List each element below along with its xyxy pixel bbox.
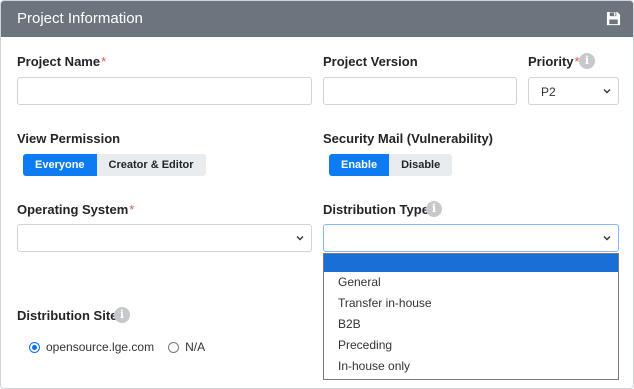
project-name-input[interactable] <box>17 77 312 105</box>
project-version-input[interactable] <box>323 77 517 105</box>
chevron-down-icon <box>296 236 304 241</box>
view-permission-toggle: Everyone Creator & Editor <box>23 154 206 176</box>
distribution-type-label: Distribution Type* <box>323 202 435 217</box>
distribution-site-radios: opensource.lge.com N/A <box>29 340 205 354</box>
radio-opensource-label[interactable]: opensource.lge.com <box>46 340 154 354</box>
security-mail-toggle: Enable Disable <box>329 154 453 176</box>
dropdown-option-b2b[interactable]: B2B <box>324 314 618 335</box>
distribution-site-label: Distribution Site* <box>17 308 123 323</box>
operating-system-select[interactable] <box>17 224 312 252</box>
dropdown-option-empty[interactable] <box>324 254 618 272</box>
radio-na-label[interactable]: N/A <box>185 340 205 354</box>
radio-na[interactable] <box>168 341 180 353</box>
card-header: Project Information <box>1 1 633 37</box>
enable-button[interactable]: Enable <box>329 154 390 176</box>
distribution-site-info-icon[interactable]: i <box>114 307 130 323</box>
dropdown-option-preceding[interactable]: Preceding <box>324 335 618 356</box>
chevron-down-icon <box>603 236 611 241</box>
priority-label: Priority* <box>528 54 580 69</box>
priority-select[interactable]: P2 <box>528 77 619 105</box>
distribution-type-select[interactable] <box>323 224 619 252</box>
operating-system-label: Operating System* <box>17 202 135 217</box>
priority-value: P2 <box>541 85 556 99</box>
distribution-type-info-icon[interactable]: i <box>426 201 442 217</box>
radio-opensource[interactable] <box>29 341 40 353</box>
security-mail-label: Security Mail (Vulnerability) <box>323 131 494 146</box>
everyone-button[interactable]: Everyone <box>23 154 97 176</box>
creator-editor-button[interactable]: Creator & Editor <box>96 154 206 176</box>
priority-info-icon[interactable]: i <box>579 53 595 69</box>
distribution-type-dropdown-list: General Transfer in-house B2B Preceding … <box>323 253 619 380</box>
project-version-label: Project Version <box>323 54 418 69</box>
page-title: Project Information <box>17 10 143 27</box>
view-permission-label: View Permission <box>17 131 121 146</box>
disable-button[interactable]: Disable <box>389 154 453 176</box>
dropdown-option-general[interactable]: General <box>324 272 618 293</box>
project-name-label: Project Name* <box>17 54 107 69</box>
chevron-down-icon <box>603 89 611 94</box>
dropdown-option-in-house-only[interactable]: In-house only <box>324 356 618 377</box>
save-icon[interactable] <box>606 11 621 26</box>
project-information-card: Project Information Project Name* Projec… <box>0 0 634 389</box>
dropdown-option-transfer-in-house[interactable]: Transfer in-house <box>324 293 618 314</box>
